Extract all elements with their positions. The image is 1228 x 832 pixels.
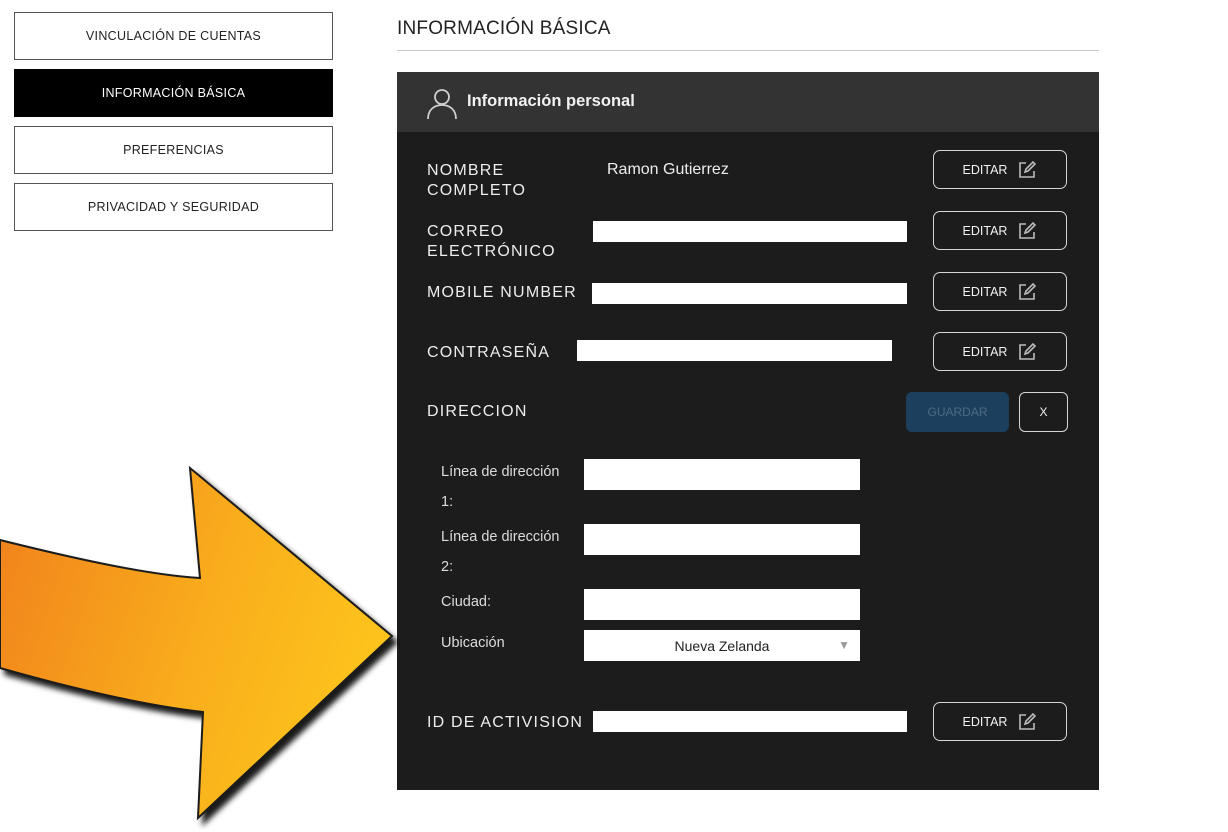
sidebar-item-vinculacion[interactable]: VINCULACIÓN DE CUENTAS bbox=[14, 12, 333, 60]
location-selected-value: Nueva Zelanda bbox=[674, 637, 770, 654]
mobile-field[interactable] bbox=[592, 283, 907, 304]
edit-mobile-button[interactable]: EDITAR bbox=[933, 272, 1067, 311]
sidebar-item-preferencias[interactable]: PREFERENCIAS bbox=[14, 126, 333, 174]
address-line2-input[interactable] bbox=[584, 524, 860, 555]
save-address-button[interactable]: GUARDAR bbox=[906, 392, 1009, 432]
full-name-value: Ramon Gutierrez bbox=[607, 161, 729, 178]
close-address-button[interactable]: X bbox=[1019, 392, 1068, 432]
location-label: Ubicación bbox=[441, 635, 505, 651]
password-field[interactable] bbox=[577, 340, 892, 361]
email-field[interactable] bbox=[593, 221, 907, 242]
dropdown-arrow-icon: ▼ bbox=[838, 638, 850, 652]
panel-header: Información personal bbox=[397, 72, 1099, 132]
address-line1-input[interactable] bbox=[584, 459, 860, 490]
address-label: DIRECCION bbox=[427, 403, 528, 420]
title-divider bbox=[397, 50, 1099, 51]
activision-id-label: ID DE ACTIVISION bbox=[427, 714, 584, 731]
edit-icon bbox=[1019, 282, 1037, 300]
city-label: Ciudad: bbox=[441, 594, 491, 610]
edit-icon bbox=[1019, 342, 1037, 360]
mobile-label: MOBILE NUMBER bbox=[427, 284, 577, 301]
edit-label: EDITAR bbox=[962, 162, 1008, 177]
pointer-arrow-icon bbox=[0, 465, 394, 821]
edit-icon bbox=[1019, 160, 1037, 178]
user-icon bbox=[427, 89, 457, 120]
edit-icon bbox=[1019, 221, 1037, 239]
address-line1-label: Línea de dirección 1: bbox=[441, 464, 560, 510]
location-select[interactable]: Nueva Zelanda ▼ bbox=[584, 630, 860, 661]
edit-label: EDITAR bbox=[962, 344, 1008, 359]
address-line2-label: Línea de dirección 2: bbox=[441, 529, 560, 575]
edit-full-name-button[interactable]: EDITAR bbox=[933, 150, 1067, 189]
edit-password-button[interactable]: EDITAR bbox=[933, 332, 1067, 371]
email-label: CORREO ELECTRÓNICO bbox=[427, 223, 556, 260]
page-title: INFORMACIÓN BÁSICA bbox=[397, 18, 611, 39]
sidebar-item-informacion-basica[interactable]: INFORMACIÓN BÁSICA bbox=[14, 69, 333, 117]
activision-id-field[interactable] bbox=[593, 711, 907, 732]
password-label: CONTRASEÑA bbox=[427, 344, 551, 361]
edit-label: EDITAR bbox=[962, 223, 1008, 238]
edit-label: EDITAR bbox=[962, 284, 1008, 299]
edit-email-button[interactable]: EDITAR bbox=[933, 211, 1067, 250]
personal-info-panel: Información personal NOMBRE COMPLETO Ram… bbox=[397, 72, 1099, 790]
full-name-label: NOMBRE COMPLETO bbox=[427, 162, 527, 199]
edit-icon bbox=[1019, 712, 1037, 730]
edit-label: EDITAR bbox=[962, 714, 1008, 729]
city-input[interactable] bbox=[584, 589, 860, 620]
panel-title: Información personal bbox=[467, 92, 635, 110]
sidebar-item-privacidad[interactable]: PRIVACIDAD Y SEGURIDAD bbox=[14, 183, 333, 231]
edit-activision-id-button[interactable]: EDITAR bbox=[933, 702, 1067, 741]
